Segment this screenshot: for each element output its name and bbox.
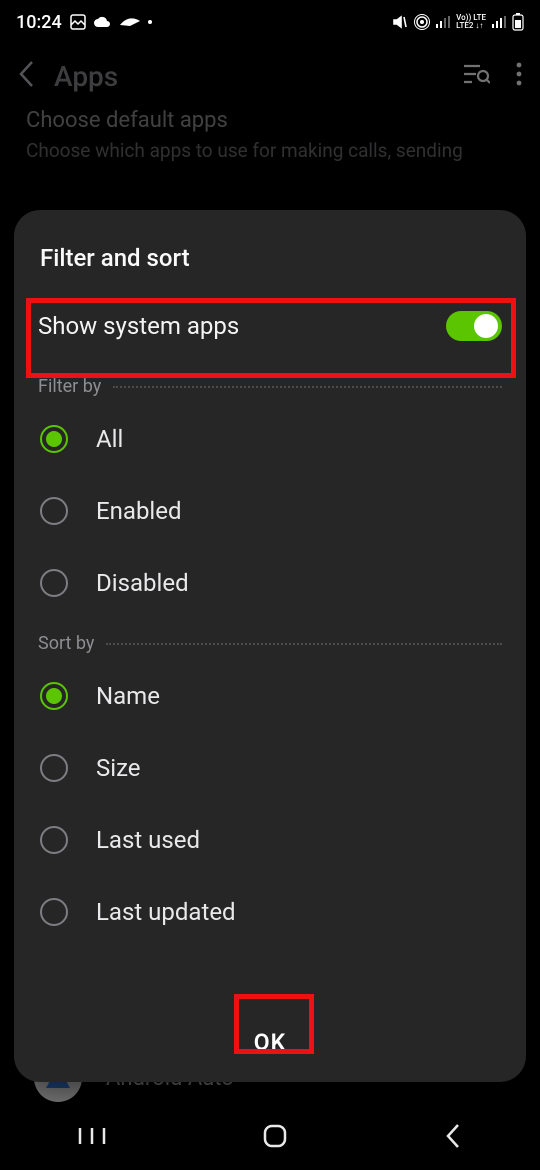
sort-option-last-updated[interactable]: Last updated (38, 876, 502, 948)
filter-by-label: Filter by (38, 376, 101, 397)
option-label: Last updated (96, 898, 236, 926)
option-label: Disabled (96, 569, 189, 597)
radio-icon (40, 826, 68, 854)
radio-icon (40, 425, 68, 453)
option-label: Name (96, 682, 160, 710)
ok-button[interactable]: OK (242, 1019, 298, 1066)
mute-icon (392, 14, 408, 30)
clock: 10:24 (16, 12, 62, 33)
page-header: Apps (0, 44, 540, 108)
nav-back-button[interactable] (444, 1123, 462, 1153)
sort-option-size[interactable]: Size (38, 732, 502, 804)
cloud-icon (94, 16, 112, 28)
filter-by-section: Filter by (38, 376, 502, 397)
sort-option-last-used[interactable]: Last used (38, 804, 502, 876)
navigation-bar (0, 1106, 540, 1170)
show-system-apps-label: Show system apps (38, 312, 239, 340)
sort-option-name[interactable]: Name (38, 660, 502, 732)
bg-heading: Choose default apps (26, 108, 514, 133)
battery-icon (512, 13, 524, 31)
radio-icon (40, 754, 68, 782)
option-label: Enabled (96, 497, 182, 525)
radio-icon (40, 898, 68, 926)
radio-icon (40, 569, 68, 597)
recents-button[interactable] (78, 1126, 106, 1150)
background-text: Choose default apps Choose which apps to… (0, 108, 540, 162)
search-filter-icon[interactable] (462, 62, 490, 90)
swoosh-icon (120, 17, 140, 27)
modal-title: Filter and sort (38, 210, 502, 290)
filter-option-enabled[interactable]: Enabled (38, 475, 502, 547)
home-button[interactable] (262, 1123, 288, 1153)
filter-sort-modal: Filter and sort Show system apps Filter … (14, 210, 526, 1082)
radio-icon (40, 497, 68, 525)
radio-icon (40, 682, 68, 710)
option-label: Last used (96, 826, 200, 854)
page-title: Apps (54, 60, 462, 93)
show-system-apps-toggle[interactable] (446, 311, 502, 341)
sort-by-label: Sort by (38, 633, 94, 654)
option-label: Size (96, 754, 141, 782)
status-bar: 10:24 Vo)) LTELTE2 ↓↑ (0, 0, 540, 44)
lte-label: Vo)) LTELTE2 ↓↑ (456, 14, 486, 30)
show-system-apps-row[interactable]: Show system apps (38, 290, 502, 362)
sort-by-section: Sort by (38, 633, 502, 654)
signal-1-icon (436, 16, 450, 28)
filter-option-disabled[interactable]: Disabled (38, 547, 502, 619)
more-icon[interactable] (516, 62, 522, 90)
bg-sub: Choose which apps to use for making call… (26, 139, 514, 162)
filter-option-all[interactable]: All (38, 403, 502, 475)
gallery-icon (70, 14, 86, 30)
back-icon[interactable] (18, 60, 36, 92)
hotspot-icon (414, 14, 430, 30)
signal-2-icon (492, 16, 506, 28)
option-label: All (96, 425, 123, 453)
dot-icon (148, 20, 152, 24)
